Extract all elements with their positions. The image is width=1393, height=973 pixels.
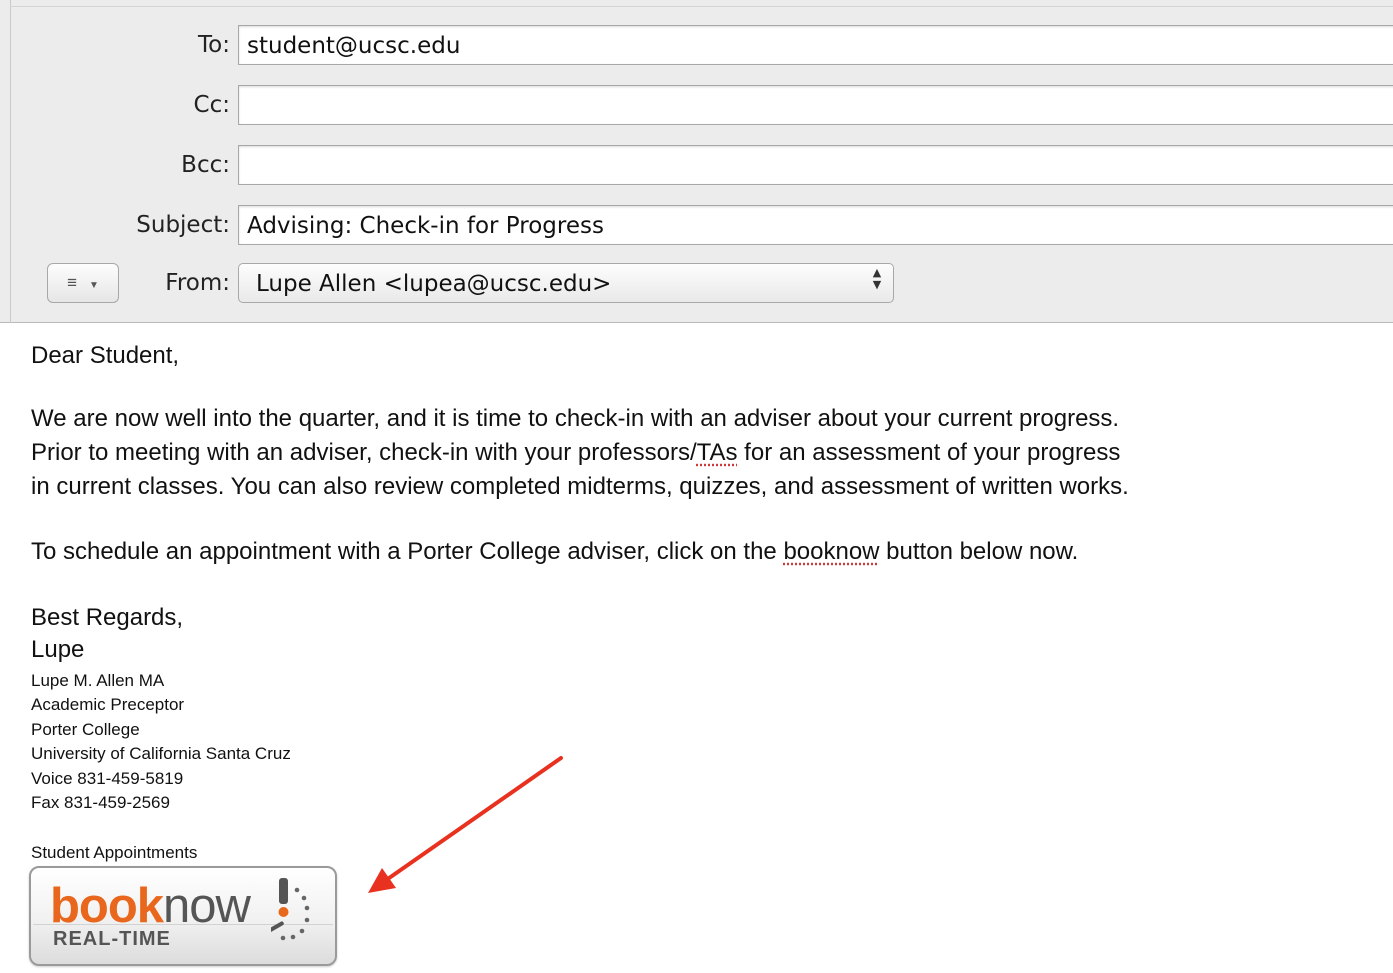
paragraph-line-1: We are now well into the quarter, and it…: [31, 405, 1120, 432]
spellcheck-word: TAs: [696, 439, 738, 466]
compose-header: To: student@ucsc.edu Cc: Bcc: Subject: A…: [0, 0, 1393, 323]
booknow-button[interactable]: booknow REAL-TIME: [29, 866, 337, 966]
list-icon: ≡: [67, 273, 78, 292]
closing: Best Regards,: [31, 604, 184, 631]
updown-arrows-icon: ▲ ▼: [872, 266, 882, 291]
signature-line: University of California Santa Cruz: [31, 744, 291, 763]
booknow-logo-text: booknow: [50, 879, 251, 933]
chevron-down-icon: ▼: [88, 280, 99, 291]
signature-line: Lupe M. Allen MA: [31, 671, 165, 690]
booknow-word: booknow: [783, 538, 880, 565]
signature-line: Fax 831-459-2569: [31, 793, 170, 812]
sender-short-name: Lupe: [31, 636, 85, 663]
clock-alert-icon: [271, 878, 310, 941]
bcc-field[interactable]: [238, 145, 1393, 185]
from-label: From:: [165, 270, 230, 296]
cc-label: Cc:: [193, 92, 230, 118]
paragraph-line-2: Prior to meeting with an adviser, check-…: [31, 439, 1121, 466]
format-options-button[interactable]: ≡ ▼: [47, 263, 119, 303]
signature-line: Porter College: [31, 720, 140, 739]
header-left-divider: [10, 0, 11, 323]
from-value: Lupe Allen <lupea@ucsc.edu>: [256, 271, 612, 297]
signature-line: Voice 831-459-5819: [31, 769, 184, 788]
signature-line: Academic Preceptor: [31, 695, 185, 714]
to-label: To:: [198, 32, 230, 58]
subject-label: Subject:: [136, 212, 230, 238]
from-select[interactable]: Lupe Allen <lupea@ucsc.edu> ▲ ▼: [238, 263, 894, 303]
student-appointments-label: Student Appointments: [31, 843, 198, 862]
subject-field[interactable]: Advising: Check-in for Progress: [238, 205, 1393, 245]
schedule-paragraph: To schedule an appointment with a Porter…: [31, 538, 1079, 565]
paragraph-line-3: in current classes. You can also review …: [31, 473, 1129, 500]
realtime-label: REAL-TIME: [53, 928, 171, 950]
cc-field[interactable]: [238, 85, 1393, 125]
bcc-label: Bcc:: [181, 152, 230, 178]
greeting: Dear Student,: [31, 342, 180, 369]
annotation-arrow: [368, 756, 563, 893]
to-field[interactable]: student@ucsc.edu: [238, 25, 1393, 65]
header-top-divider: [10, 6, 1393, 7]
